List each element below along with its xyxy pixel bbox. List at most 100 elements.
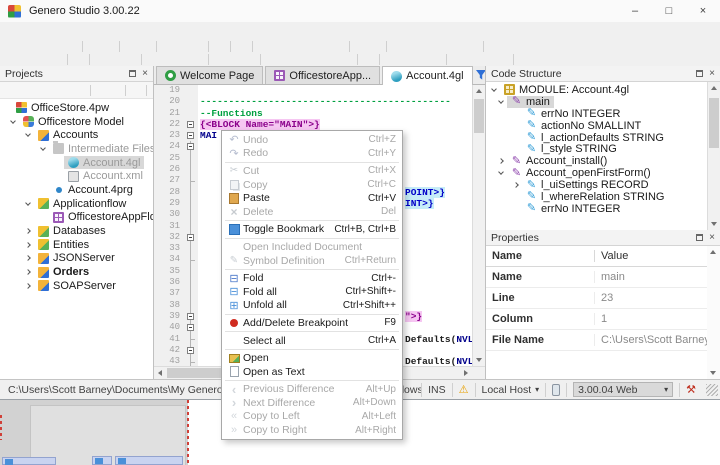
cs-item-errno-integer-2[interactable]: errNo INTEGER xyxy=(488,203,707,215)
expander-chevron-icon[interactable] xyxy=(25,283,31,289)
redo-icon[interactable] xyxy=(138,40,153,53)
lowercase-icon[interactable] xyxy=(160,53,175,66)
delete-icon[interactable] xyxy=(212,40,227,53)
fold-toggle-icon[interactable] xyxy=(184,232,198,243)
save-all-icon[interactable] xyxy=(49,40,64,53)
context-fold[interactable]: Fold Ctrl+- xyxy=(222,271,402,285)
add-file-icon[interactable] xyxy=(45,84,59,97)
bookmark-icon[interactable] xyxy=(190,53,205,66)
split-right-icon[interactable] xyxy=(324,53,339,66)
cs-item-l-uisettings-record[interactable]: l_uiSettings RECORD xyxy=(488,179,707,191)
context-previous-difference[interactable]: Previous Difference Alt+Up xyxy=(222,383,402,397)
export-icon[interactable] xyxy=(368,40,383,53)
save-icon[interactable] xyxy=(34,40,49,53)
expander-chevron-icon[interactable] xyxy=(25,200,31,206)
compile-icon[interactable] xyxy=(301,40,316,53)
profile-icon[interactable] xyxy=(435,40,450,53)
cs-item-errno-integer[interactable]: errNo INTEGER xyxy=(488,108,707,120)
first-diff-icon[interactable] xyxy=(383,53,398,66)
align-icon[interactable] xyxy=(480,53,495,66)
package-icon[interactable] xyxy=(331,40,346,53)
scroll-right-icon[interactable] xyxy=(460,367,472,379)
prev-diff-icon[interactable] xyxy=(398,53,413,66)
dock-pin-icon[interactable] xyxy=(129,70,136,77)
new-item-icon[interactable] xyxy=(31,84,45,97)
minimize-button[interactable]: – xyxy=(618,0,652,22)
fold-toggle-icon[interactable] xyxy=(184,130,198,141)
property-row[interactable]: File Name C:\Users\Scott Barney\Docu... xyxy=(486,330,707,351)
uppercase-icon[interactable] xyxy=(145,53,160,66)
expander-chevron-icon[interactable] xyxy=(40,145,46,151)
expander-chevron-icon[interactable] xyxy=(10,118,16,124)
list-2-icon[interactable] xyxy=(227,53,242,66)
dock-pin-icon[interactable] xyxy=(696,234,703,241)
expander-chevron-icon[interactable] xyxy=(498,98,504,104)
cs-item-actionno-smallint[interactable]: actionNo SMALLINT xyxy=(488,120,707,132)
compile-all-icon[interactable] xyxy=(316,40,331,53)
warning-icon[interactable]: ⚠ xyxy=(452,383,475,397)
build-project-icon[interactable] xyxy=(3,84,17,97)
scroll-up-icon[interactable] xyxy=(708,82,720,94)
window-blue-icon[interactable] xyxy=(517,53,532,66)
property-row[interactable]: Name main xyxy=(486,267,707,288)
mark-icon[interactable] xyxy=(108,84,122,97)
configure-tools-icon[interactable]: ⚒ xyxy=(679,383,702,397)
fold-toggle-icon[interactable] xyxy=(184,311,198,322)
context-open-included-document[interactable]: Open Included Document xyxy=(222,240,402,254)
context-open[interactable]: Open xyxy=(222,351,402,365)
expander-chevron-icon[interactable] xyxy=(25,228,31,234)
version-selector[interactable]: 3.00.04 Web ▾ xyxy=(573,382,673,397)
expander-chevron-icon[interactable] xyxy=(25,242,31,248)
dock-pin-icon[interactable] xyxy=(696,70,703,77)
copy-icon[interactable] xyxy=(175,40,190,53)
scroll-down-icon[interactable] xyxy=(707,367,719,379)
fold-toggle-icon[interactable] xyxy=(184,345,198,356)
code-line[interactable]: 22{<BLOCK Name="MAIN">} xyxy=(154,119,472,130)
panel-close-icon[interactable]: × xyxy=(709,233,715,243)
scroll-down-icon[interactable] xyxy=(708,218,720,230)
last-diff-icon[interactable] xyxy=(428,53,443,66)
fold-toggle-icon[interactable] xyxy=(184,141,198,152)
device-icon[interactable] xyxy=(552,384,560,396)
tree-item-officestore-4pw[interactable]: OfficeStore.4pw xyxy=(0,101,153,115)
run-icon[interactable] xyxy=(4,53,19,66)
properties-scrollbar[interactable] xyxy=(707,246,720,379)
tab-welcome-page[interactable]: Welcome Page xyxy=(156,66,263,84)
context-symbol-definition[interactable]: Symbol Definition Ctrl+Return xyxy=(222,254,402,268)
new-file-icon[interactable] xyxy=(4,40,19,53)
close-button[interactable]: × xyxy=(686,0,720,22)
list-1-icon[interactable] xyxy=(212,53,227,66)
scroll-up-icon[interactable] xyxy=(707,246,719,258)
configure-icon[interactable] xyxy=(465,40,480,53)
run-settings-icon[interactable] xyxy=(34,53,49,66)
merge-view-icon[interactable] xyxy=(361,53,376,66)
tree-item-account-4prg[interactable]: Account.4prg xyxy=(0,183,153,197)
select-frame-icon[interactable] xyxy=(234,40,249,53)
context-copy-to-left[interactable]: Copy to Left Alt+Left xyxy=(222,410,402,424)
paste-icon[interactable] xyxy=(190,40,205,53)
rebuild-icon[interactable] xyxy=(286,40,301,53)
open-item-icon[interactable] xyxy=(94,84,108,97)
zoom-in-icon[interactable] xyxy=(108,53,123,66)
undo-icon[interactable] xyxy=(123,40,138,53)
tree-item-officestore-model[interactable]: Officestore Model xyxy=(0,115,153,129)
resize-grip[interactable] xyxy=(706,384,718,396)
fold-toggle-icon[interactable] xyxy=(184,119,198,130)
statusbar-insert-mode[interactable]: INS xyxy=(421,383,452,397)
context-delete[interactable]: Delete Del xyxy=(222,205,402,219)
expander-chevron-icon[interactable] xyxy=(25,256,31,262)
split-v-icon[interactable] xyxy=(279,53,294,66)
context-redo[interactable]: Redo Ctrl+Y xyxy=(222,147,402,161)
capitalize-icon[interactable] xyxy=(175,53,190,66)
context-undo[interactable]: Undo Ctrl+Z xyxy=(222,133,402,147)
tree-item-soapserver[interactable]: SOAPServer xyxy=(0,279,153,293)
fold-toggle-icon[interactable] xyxy=(184,322,198,333)
help-icon[interactable] xyxy=(487,40,502,53)
tree-item-account-xml[interactable]: Account.xml xyxy=(0,169,153,183)
split-grid-icon[interactable] xyxy=(309,53,324,66)
properties-icon[interactable] xyxy=(73,84,87,97)
editor-vertical-scrollbar[interactable] xyxy=(472,85,485,366)
expander-chevron-icon[interactable] xyxy=(513,182,519,188)
code-line[interactable]: 20--------------------------------------… xyxy=(154,96,472,107)
form-preview-icon[interactable] xyxy=(450,40,465,53)
